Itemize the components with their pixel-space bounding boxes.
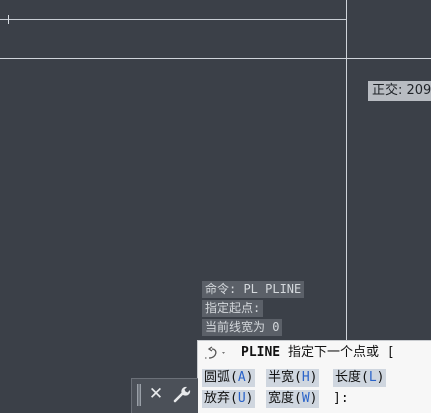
option-undo[interactable]: 放弃(U) (202, 390, 256, 408)
command-prompt-text: 指定下一个点或 [ (280, 345, 395, 360)
crosshair-tick (8, 15, 9, 24)
command-prompt: PLINE 指定下一个点或 [ (241, 344, 395, 362)
option-arc-label: 圆弧( (204, 370, 238, 385)
ortho-tooltip: 正交: 209 (368, 81, 431, 101)
option-halfwidth-key: H (301, 370, 310, 385)
drawing-line-horizontal-top (0, 19, 347, 20)
option-arc[interactable]: 圆弧(A) (202, 369, 256, 387)
option-undo-close: ) (245, 391, 254, 406)
command-prompt-tail: ]: (333, 391, 349, 406)
command-history-line-3: 当前线宽为 0 (202, 319, 283, 336)
option-length[interactable]: 长度(L) (333, 369, 387, 387)
option-undo-key: U (237, 391, 246, 406)
option-width-key: W (301, 391, 310, 406)
command-prompt-icon[interactable] (203, 345, 229, 361)
option-undo-label: 放弃( (204, 391, 238, 406)
option-length-close: ) (376, 370, 385, 385)
option-halfwidth-label: 半宽( (268, 370, 302, 385)
command-name: PLINE (241, 345, 281, 360)
grip-icon[interactable] (136, 383, 142, 407)
command-history-line-1: 命令: PL PLINE (202, 281, 305, 298)
option-width[interactable]: 宽度(W) (266, 390, 320, 408)
option-length-key: L (368, 370, 377, 385)
option-width-label: 宽度( (268, 391, 302, 406)
wrench-icon[interactable] (171, 383, 191, 405)
command-history-line-2: 指定起点: (202, 300, 264, 317)
close-icon[interactable]: ✕ (146, 383, 166, 405)
option-halfwidth-close: ) (309, 370, 318, 385)
drawing-line-horizontal-mid (0, 58, 431, 59)
option-arc-close: ) (245, 370, 254, 385)
option-length-label: 长度( (335, 370, 369, 385)
option-halfwidth[interactable]: 半宽(H) (266, 369, 320, 387)
option-arc-key: A (237, 370, 246, 385)
option-width-close: ) (309, 391, 318, 406)
